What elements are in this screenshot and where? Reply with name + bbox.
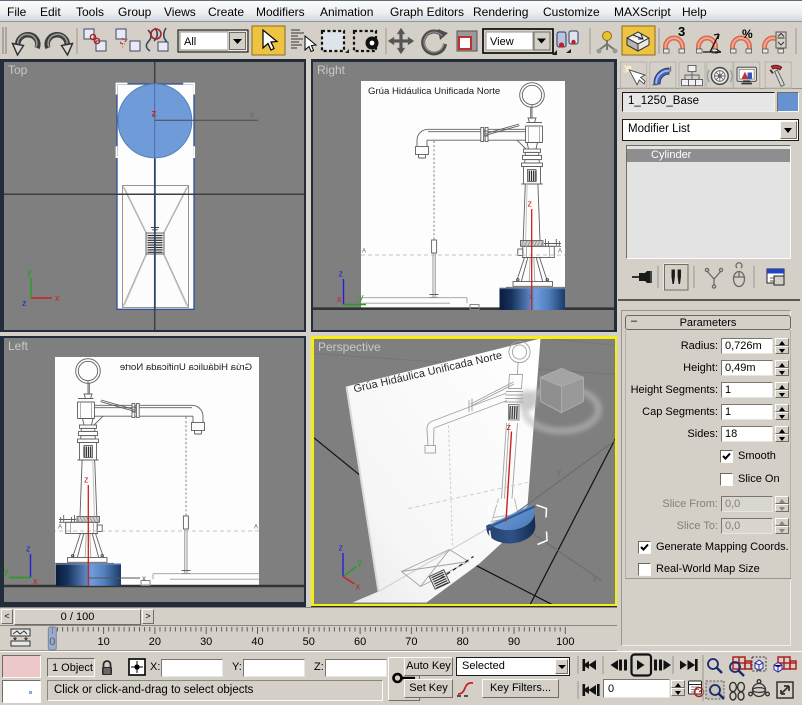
svg-text:10: 10 (97, 636, 109, 648)
svg-text:z: z (528, 199, 533, 209)
svg-text:x: x (142, 574, 146, 583)
svg-text:A: A (558, 249, 562, 255)
svg-text:x: x (529, 292, 533, 301)
svg-text:x: x (355, 581, 360, 591)
svg-text:3: 3 (678, 24, 685, 39)
svg-text:All: All (184, 36, 196, 48)
svg-text:Grúa Hidáulica Unificada Norte: Grúa Hidáulica Unificada Norte (368, 86, 500, 97)
svg-text:A: A (254, 525, 258, 531)
svg-text:y: y (359, 292, 364, 302)
svg-text:x: x (33, 576, 38, 586)
svg-text:y: y (27, 267, 32, 277)
svg-text:y: y (4, 566, 9, 576)
svg-text:20: 20 (149, 636, 161, 648)
svg-text:30: 30 (200, 636, 212, 648)
svg-text:A: A (58, 525, 62, 531)
svg-text:70: 70 (405, 636, 417, 648)
svg-text:y: y (357, 557, 362, 567)
svg-text:80: 80 (457, 636, 469, 648)
svg-text:z: z (84, 475, 89, 485)
svg-text:A: A (362, 249, 366, 255)
svg-text:y: y (556, 466, 561, 476)
svg-text:x: x (55, 293, 60, 303)
svg-text:View: View (490, 36, 514, 48)
svg-text:50: 50 (303, 636, 315, 648)
svg-text:x: x (592, 573, 597, 583)
svg-text:z: z (22, 298, 27, 308)
svg-text:x: x (337, 294, 342, 304)
svg-text:z: z (338, 542, 343, 552)
svg-text:%: % (742, 27, 753, 41)
svg-text:100: 100 (556, 636, 574, 648)
svg-text:Grúa Hidáulica Unificada Norte: Grúa Hidáulica Unificada Norte (120, 362, 252, 373)
svg-text:z: z (26, 544, 31, 554)
svg-text:40: 40 (251, 636, 263, 648)
svg-text:z: z (506, 422, 511, 432)
svg-text:z: z (152, 109, 157, 120)
svg-text:90: 90 (508, 636, 520, 648)
svg-text:60: 60 (354, 636, 366, 648)
svg-text:x: x (250, 110, 255, 120)
svg-text:z: z (339, 269, 344, 279)
